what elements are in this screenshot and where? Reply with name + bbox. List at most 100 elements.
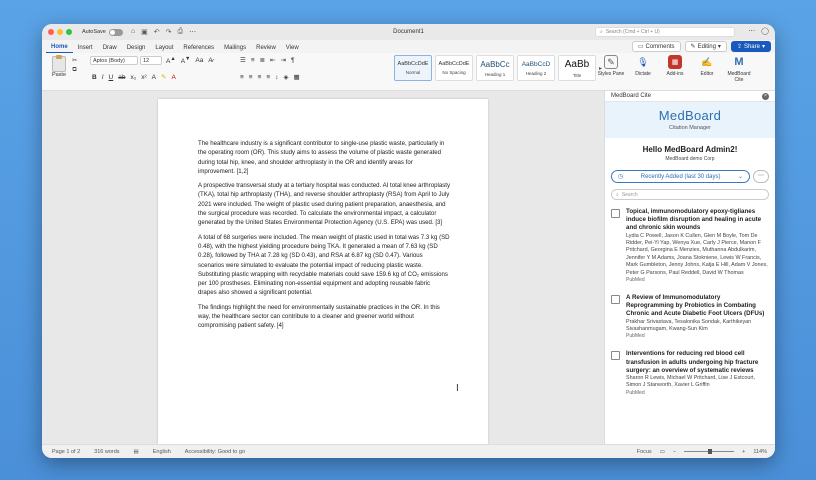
align-center-icon[interactable]: ≡	[249, 74, 253, 81]
print-icon[interactable]: ⎙	[177, 28, 183, 36]
citation-authors: Sharon R Lewis, Michael W Pritchard, Lis…	[626, 375, 756, 389]
brand-subtitle: Citation Manager	[669, 125, 711, 131]
font-family-select[interactable]: Aptos (Body)	[90, 56, 138, 65]
comments-button[interactable]: ▭ Comments	[631, 41, 681, 52]
redo-icon[interactable]: ↷	[166, 28, 172, 36]
style-normal[interactable]: AaBbCcDdE Normal	[394, 55, 432, 81]
autosave-control[interactable]: AutoSave	[82, 28, 123, 36]
autosave-toggle[interactable]	[108, 28, 123, 36]
zoom-in-icon[interactable]: +	[742, 449, 745, 455]
tab-insert[interactable]: Insert	[73, 45, 98, 53]
word-count[interactable]: 316 words	[94, 449, 119, 455]
cut-icon[interactable]: ✂	[72, 57, 77, 64]
zoom-out-icon[interactable]: −	[673, 449, 676, 455]
tab-design[interactable]: Design	[122, 45, 151, 53]
dictate-button[interactable]: 🎙 Dictate	[629, 55, 657, 83]
tab-review[interactable]: Review	[251, 45, 281, 53]
undo-icon[interactable]: ↶	[154, 28, 160, 36]
zoom-slider[interactable]	[684, 449, 735, 454]
multilevel-list-icon[interactable]: ≣	[260, 56, 265, 64]
show-marks-icon[interactable]: ¶	[291, 57, 295, 64]
font-color-icon[interactable]: A	[171, 74, 175, 81]
search-placeholder: Search	[621, 191, 638, 198]
copy-icon[interactable]: ⧉	[72, 67, 76, 74]
tab-layout[interactable]: Layout	[150, 45, 178, 53]
highlight-icon[interactable]: ✎	[161, 73, 166, 81]
add-ins-button[interactable]: ▦ Add-ins	[661, 55, 689, 83]
citation-checkbox[interactable]	[611, 351, 620, 361]
styles-pane-button[interactable]: ✎ Styles Pane	[597, 55, 625, 83]
document-title: Document1	[393, 29, 424, 35]
list-item[interactable]: Topical, immunomodulatory epoxy-tigliane…	[605, 208, 775, 284]
minimize-window-button[interactable]	[57, 29, 63, 35]
tab-draw[interactable]: Draw	[98, 45, 122, 53]
superscript-icon[interactable]: x²	[141, 74, 146, 81]
bullets-icon[interactable]: ☰	[240, 56, 246, 64]
italic-icon[interactable]: I	[102, 74, 104, 81]
bold-icon[interactable]: B	[92, 74, 97, 81]
tab-view[interactable]: View	[281, 45, 304, 53]
accessibility-status[interactable]: Accessibility: Good to go	[185, 449, 245, 455]
style-title[interactable]: AaBb Title	[558, 55, 596, 81]
library-search-input[interactable]: ⌕ Search	[611, 189, 769, 200]
clear-format-icon[interactable]: A̷	[208, 57, 212, 64]
list-item[interactable]: Interventions for reducing red blood cel…	[605, 350, 775, 396]
align-right-icon[interactable]: ≡	[258, 74, 262, 81]
editing-button[interactable]: ✎ Editing ▾	[684, 41, 727, 52]
document-paragraph[interactable]: A total of 68 surgeries were included. T…	[198, 233, 450, 298]
paste-button[interactable]: Paste	[48, 55, 70, 78]
borders-icon[interactable]: ▦	[293, 73, 299, 81]
recent-filter-dropdown[interactable]: ◷ Recently Added (last 30 days) ⌄	[611, 170, 750, 183]
medboard-cite-button[interactable]: M MedBoard Cite	[725, 55, 753, 83]
maximize-window-button[interactable]	[66, 29, 72, 35]
style-no-spacing[interactable]: AaBbCcDdE No Spacing	[435, 55, 473, 81]
justify-icon[interactable]: ≡	[266, 74, 270, 81]
more-icon[interactable]: ⋯	[189, 28, 196, 36]
shrink-font-icon[interactable]: A▼	[181, 56, 191, 65]
focus-mode-button[interactable]: Focus	[637, 449, 652, 455]
shading-icon[interactable]: ◈	[283, 73, 288, 81]
editor-button[interactable]: ✍ Editor	[693, 55, 721, 83]
document-page[interactable]: The healthcare industry is a significant…	[158, 99, 488, 444]
more-options-button[interactable]: ⋯	[753, 170, 769, 183]
close-window-button[interactable]	[48, 29, 54, 35]
layout-view-icon[interactable]: ▭	[660, 449, 665, 455]
document-paragraph[interactable]: The findings highlight the need for envi…	[198, 303, 450, 331]
language-indicator[interactable]: English	[153, 449, 171, 455]
zoom-level[interactable]: 114%	[753, 449, 767, 455]
tab-references[interactable]: References	[178, 45, 219, 53]
close-icon[interactable]: ×	[762, 92, 769, 100]
style-preview: AaBb	[564, 58, 590, 70]
search-input[interactable]: ⌕ Search (Cmd + Ctrl + U)	[595, 27, 735, 37]
underline-icon[interactable]: U	[109, 74, 114, 81]
style-heading-2[interactable]: AaBbCcD Heading 2	[517, 55, 555, 81]
share-button[interactable]: ⇪ Share ▾	[730, 41, 771, 52]
subscript-icon[interactable]: x₂	[130, 74, 136, 81]
more-options-icon[interactable]: ⋯	[748, 27, 755, 35]
citation-checkbox[interactable]	[611, 209, 620, 218]
page-count[interactable]: Page 1 of 2	[52, 449, 80, 455]
tab-home[interactable]: Home	[46, 44, 73, 53]
text-cursor-icon: I	[456, 383, 459, 394]
grow-font-icon[interactable]: A▲	[166, 56, 176, 65]
tab-mailings[interactable]: Mailings	[219, 45, 251, 53]
save-icon[interactable]: ▣	[141, 28, 148, 36]
citation-checkbox[interactable]	[611, 295, 620, 305]
strikethrough-icon[interactable]: ab	[118, 74, 125, 81]
decrease-indent-icon[interactable]: ⇤	[270, 56, 275, 64]
style-heading-1[interactable]: AaBbCc Heading 1	[476, 55, 514, 81]
account-icon[interactable]: ◯	[761, 27, 769, 35]
align-left-icon[interactable]: ≡	[240, 74, 244, 81]
line-spacing-icon[interactable]: ↕	[275, 74, 278, 81]
change-case-icon[interactable]: Aa	[195, 57, 203, 64]
text-effects-icon[interactable]: A	[152, 74, 156, 81]
numbering-icon[interactable]: ≡	[251, 57, 255, 64]
document-paragraph[interactable]: The healthcare industry is a significant…	[198, 139, 450, 176]
autosave-label: AutoSave	[82, 29, 106, 35]
list-item[interactable]: A Review of Immunomodulatory Reprogrammi…	[605, 294, 775, 340]
font-size-select[interactable]: 12	[140, 56, 162, 65]
proofing-icon[interactable]: ▤	[134, 449, 139, 455]
document-paragraph[interactable]: A prospective transversal study at a ter…	[198, 181, 450, 227]
home-icon[interactable]: ⌂	[131, 28, 135, 36]
increase-indent-icon[interactable]: ⇥	[281, 56, 286, 64]
